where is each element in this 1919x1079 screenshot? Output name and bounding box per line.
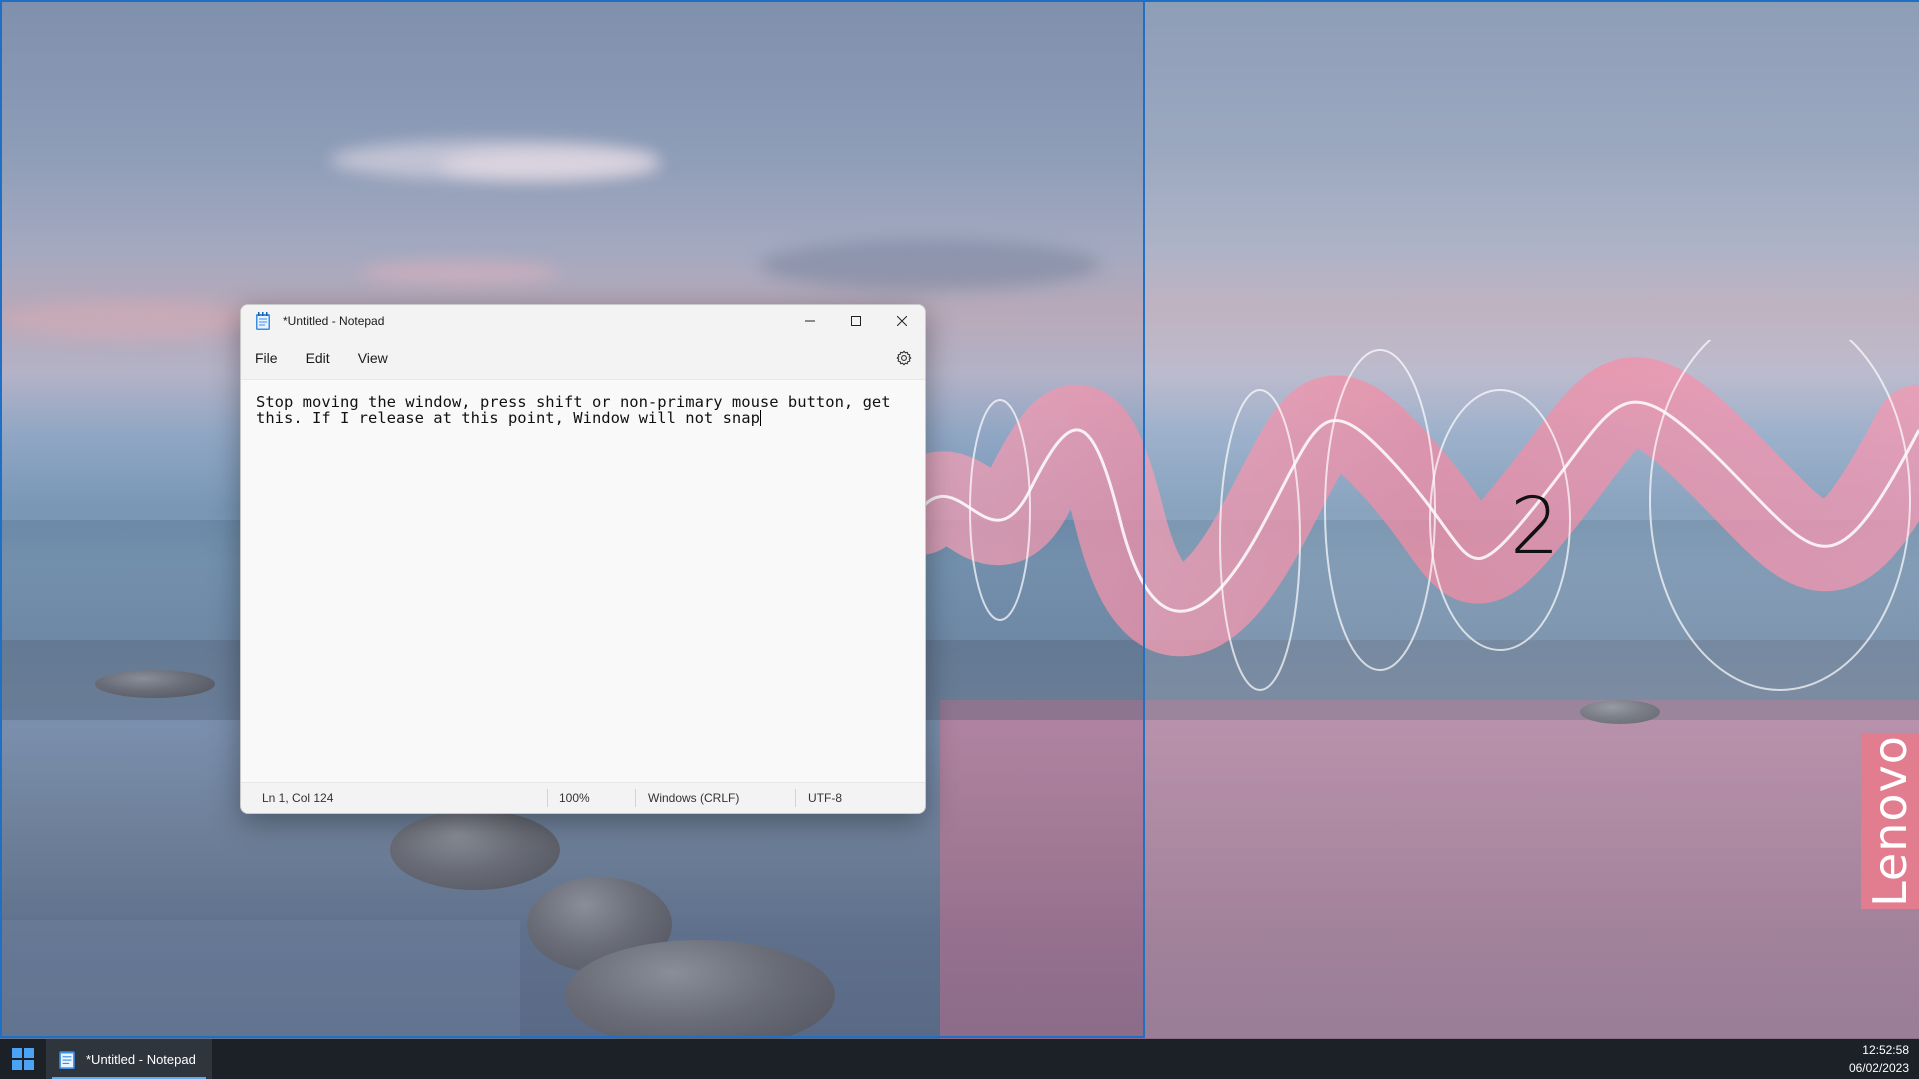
settings-button[interactable] [893, 347, 915, 369]
gear-icon [896, 350, 912, 366]
status-bar: Ln 1, Col 124 100% Windows (CRLF) UTF-8 [241, 782, 925, 813]
title-bar[interactable]: *Untitled - Notepad [241, 305, 925, 337]
status-cursor-position: Ln 1, Col 124 [262, 791, 334, 805]
status-zoom: 100% [547, 789, 635, 807]
editor-content: Stop moving the window, press shift or n… [256, 393, 900, 427]
notepad-app-icon [59, 1051, 75, 1069]
menu-edit[interactable]: Edit [292, 350, 344, 366]
notepad-app-icon [256, 312, 270, 330]
menu-view[interactable]: View [344, 350, 402, 366]
menu-file[interactable]: File [241, 350, 292, 366]
maximize-button[interactable] [833, 305, 879, 337]
text-caret [759, 410, 761, 426]
system-clock[interactable]: 12:52:58 06/02/2023 [1849, 1041, 1909, 1077]
text-editor[interactable]: Stop moving the window, press shift or n… [241, 379, 925, 783]
lenovo-logo-text: Lenovo [1863, 735, 1918, 907]
status-encoding: UTF-8 [795, 789, 915, 807]
menu-bar: File Edit View [241, 337, 925, 379]
minimize-icon [805, 320, 815, 322]
minimize-button[interactable] [787, 305, 833, 337]
close-icon [897, 316, 907, 326]
maximize-icon [851, 316, 861, 326]
windows-logo-icon [12, 1048, 34, 1070]
start-button[interactable] [0, 1039, 46, 1079]
clock-time: 12:52:58 [1862, 1043, 1909, 1057]
notepad-window[interactable]: *Untitled - Notepad File Edit View Stop … [240, 304, 926, 814]
clock-date: 06/02/2023 [1848, 1061, 1909, 1075]
taskbar-notepad-button[interactable]: *Untitled - Notepad [46, 1039, 212, 1079]
close-button[interactable] [879, 305, 925, 337]
lenovo-logo: Lenovo [1861, 733, 1919, 909]
taskbar-notepad-label: *Untitled - Notepad [86, 1051, 196, 1067]
status-line-ending: Windows (CRLF) [635, 789, 795, 807]
snap-zone-number: 2 [1510, 482, 1560, 572]
window-title: *Untitled - Notepad [283, 314, 385, 328]
taskbar: *Untitled - Notepad 12:52:58 06/02/2023 [0, 1039, 1919, 1079]
